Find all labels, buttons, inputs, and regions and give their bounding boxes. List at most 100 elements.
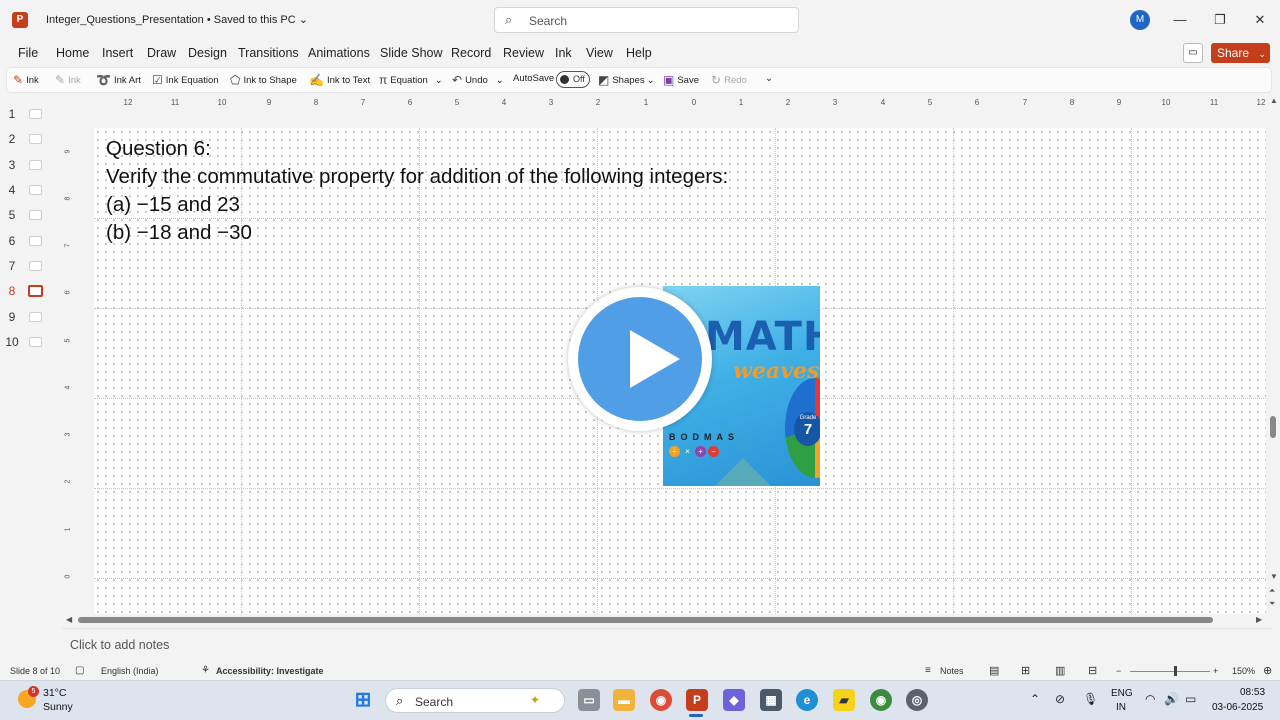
wifi-icon[interactable]: ◠ (1145, 692, 1155, 706)
shapes-button[interactable]: ◩ Shapes ⌄ (598, 73, 655, 87)
thumbnail-slide-4[interactable]: 4 (0, 180, 58, 200)
slide-text-line[interactable]: Verify the commutative property for addi… (106, 165, 728, 189)
next-slide-icon[interactable]: ⏷ (1269, 599, 1275, 609)
ruler-tick-label: 10 (217, 98, 227, 107)
video-play-button[interactable] (568, 287, 712, 431)
language-indicator-bottom[interactable]: IN (1116, 702, 1126, 713)
thumbnail-slide-8[interactable]: 8 (0, 281, 58, 301)
chrome-profile-icon[interactable]: ◉ (870, 689, 892, 711)
fit-to-window-icon[interactable]: ⊕ (1263, 664, 1272, 677)
undo-button[interactable]: ↶ Undo ⌄ (452, 73, 504, 87)
edge-icon[interactable]: e (796, 689, 818, 711)
store-icon[interactable]: ▦ (760, 689, 782, 711)
menu-animations[interactable]: Animations (308, 46, 370, 60)
ink-to-text-button[interactable]: ✍ Ink to Text (309, 73, 370, 87)
task-view-icon[interactable]: ▭ (578, 689, 600, 711)
menu-draw[interactable]: Draw (147, 46, 176, 60)
clock-time[interactable]: 08:53 (1240, 687, 1265, 698)
menu-insert[interactable]: Insert (102, 46, 133, 60)
network-off-icon[interactable]: ⊘ (1055, 692, 1065, 706)
chevron-up-icon[interactable]: ⌃ (1030, 692, 1040, 706)
thumbnail-preview (29, 236, 42, 246)
thumbnail-slide-9[interactable]: 9 (0, 307, 58, 327)
save-button[interactable]: ▣ Save (663, 73, 699, 87)
menu-transitions[interactable]: Transitions (238, 46, 299, 60)
scroll-right-icon[interactable]: ▶ (1256, 615, 1262, 624)
ink-art-button[interactable]: ➰ Ink Art (96, 73, 141, 87)
zoom-in-button[interactable]: + (1213, 666, 1218, 676)
sticky-notes-icon[interactable]: ▰ (833, 689, 855, 711)
taskbar-search[interactable]: ⌕ Search ✦ (385, 688, 565, 713)
thumbnail-slide-10[interactable]: 10 (0, 332, 58, 352)
microphone-icon[interactable]: 🎙 (1083, 692, 1098, 706)
thumbnail-slide-3[interactable]: 3 (0, 155, 58, 175)
zoom-level[interactable]: 150% (1232, 666, 1255, 676)
ruler-tick-label: 5 (454, 98, 460, 107)
ink-equation-button[interactable]: ☑ Ink Equation (152, 73, 219, 87)
slide-text-line[interactable]: Question 6: (106, 137, 211, 161)
battery-icon[interactable]: ▭ (1185, 692, 1196, 706)
horizontal-scroll-thumb[interactable] (78, 617, 1213, 623)
spelling-icon[interactable]: ▢ (75, 665, 84, 676)
vertical-scrollbar[interactable]: ▲ ▼ ⏶ ⏷ (1268, 96, 1278, 616)
menu-help[interactable]: Help (626, 46, 652, 60)
ink-to-shape-button[interactable]: ⬠ Ink to Shape (230, 73, 297, 87)
title-search-box[interactable]: ⌕ Search (494, 7, 799, 33)
weather-condition[interactable]: Sunny (43, 701, 73, 713)
menu-review[interactable]: Review (503, 46, 544, 60)
thumbnail-slide-6[interactable]: 6 (0, 231, 58, 251)
zoom-slider-track[interactable] (1130, 671, 1210, 672)
weather-temperature[interactable]: 31°C (43, 687, 66, 699)
more-options-caret-icon[interactable]: ⌄ (765, 73, 773, 84)
menu-ink[interactable]: Ink (555, 46, 572, 60)
notes-toggle-button[interactable]: Notes (940, 666, 964, 676)
close-button[interactable]: ✕ (1250, 10, 1270, 30)
slide-sorter-icon[interactable]: ⊞ (1021, 664, 1030, 677)
normal-view-icon[interactable]: ▤ (989, 664, 999, 677)
minimize-button[interactable]: — (1170, 10, 1190, 30)
menu-home[interactable]: Home (56, 46, 89, 60)
powerpoint-taskbar-icon[interactable]: P (686, 689, 708, 711)
vertical-scroll-thumb[interactable] (1270, 416, 1276, 438)
zoom-out-button[interactable]: − (1116, 666, 1121, 676)
avatar[interactable]: M (1130, 10, 1150, 30)
thumbnail-slide-7[interactable]: 7 (0, 256, 58, 276)
windows-start-icon[interactable]: ⊞ (352, 689, 374, 711)
file-explorer-icon[interactable]: ▬ (613, 689, 635, 711)
restore-button[interactable]: ❐ (1210, 10, 1230, 30)
ink-button[interactable]: ✎ Ink (13, 73, 39, 87)
menu-file[interactable]: File (18, 46, 38, 60)
reading-view-icon[interactable]: ▥ (1055, 664, 1065, 677)
menu-record[interactable]: Record (451, 46, 491, 60)
previous-slide-icon[interactable]: ⏶ (1269, 586, 1275, 596)
chrome-icon[interactable]: ◉ (650, 689, 672, 711)
slide-show-icon[interactable]: ⊟ (1088, 664, 1097, 677)
zoom-slider-knob[interactable] (1174, 666, 1177, 676)
accessibility-status[interactable]: Accessibility: Investigate (216, 666, 324, 676)
slide-text-line[interactable]: (b) −18 and −30 (106, 221, 252, 245)
slide-text-line[interactable]: (a) −15 and 23 (106, 193, 240, 217)
menu-view[interactable]: View (586, 46, 613, 60)
volume-icon[interactable]: 🔊 (1164, 692, 1179, 706)
share-button[interactable]: Share ⌄ (1211, 43, 1270, 63)
scroll-left-icon[interactable]: ◀ (66, 615, 72, 624)
notes-pane[interactable]: Click to add notes (62, 628, 1272, 660)
thumbnail-slide-2[interactable]: 2 (0, 129, 58, 149)
copilot-icon[interactable]: ◆ (723, 689, 745, 711)
horizontal-scrollbar[interactable]: ◀ ▶ (64, 614, 1268, 626)
language-indicator-top[interactable]: ENG (1111, 688, 1133, 699)
autosave-toggle[interactable]: Off (556, 71, 590, 88)
thumbnail-slide-5[interactable]: 5 (0, 205, 58, 225)
scroll-up-icon[interactable]: ▲ (1270, 96, 1278, 105)
thumbnail-slide-1[interactable]: 1 (0, 104, 58, 124)
clock-date[interactable]: 03-06-2025 (1212, 702, 1263, 713)
comments-button[interactable]: ▭ (1183, 43, 1203, 63)
menu-slide-show[interactable]: Slide Show (380, 46, 443, 60)
toggle-knob (560, 75, 569, 84)
menu-design[interactable]: Design (188, 46, 227, 60)
language-status[interactable]: English (India) (101, 666, 159, 676)
scroll-down-icon[interactable]: ▼ (1270, 572, 1278, 581)
obs-icon[interactable]: ◎ (906, 689, 928, 711)
document-title[interactable]: Integer_Questions_Presentation • Saved t… (46, 13, 308, 26)
equation-button[interactable]: π Equation ⌄ (379, 73, 443, 87)
